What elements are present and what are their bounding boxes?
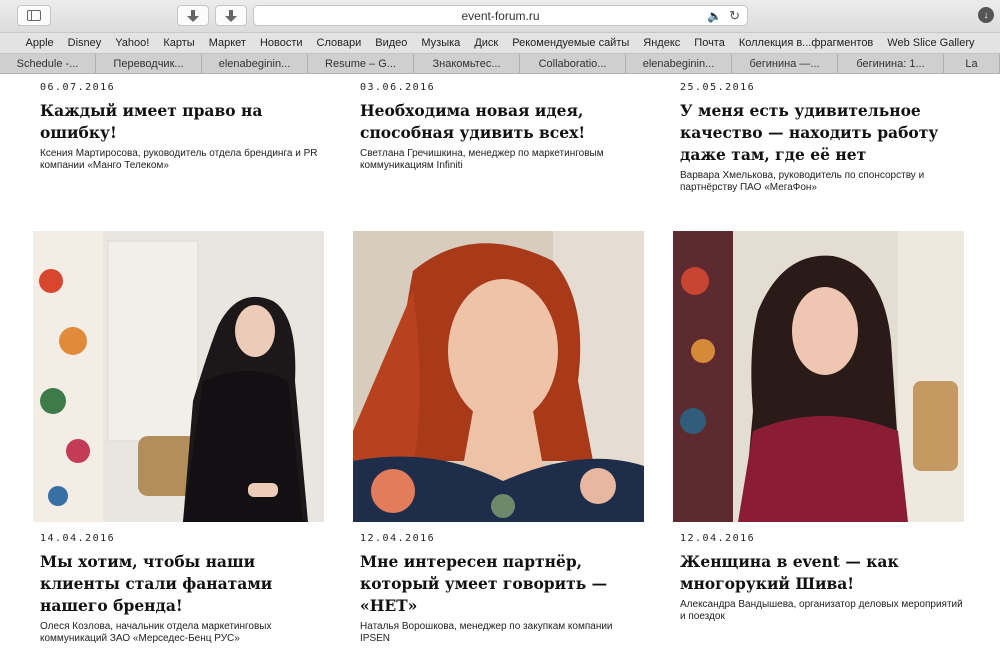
tab-beginina-1[interactable]: бегинина —...: [732, 54, 838, 74]
bookmark-web-slice[interactable]: Web Slice Gallery: [880, 37, 981, 49]
reload-icon[interactable]: ↻: [729, 8, 740, 24]
tab-bar: Schedule -... Переводчик... elenabeginin…: [0, 54, 1000, 74]
article-title[interactable]: Мне интересен партнёр, который умеет гов…: [360, 551, 645, 617]
article-photo[interactable]: [33, 231, 324, 522]
bookmark-dictionaries[interactable]: Словари: [310, 37, 369, 49]
address-text: event-forum.ru: [461, 8, 540, 23]
article-grid: 06.07.2016 Каждый имеет право на ошибку!…: [0, 74, 1000, 666]
article-card[interactable]: 14.04.2016 Мы хотим, чтобы наши клиенты …: [33, 533, 325, 645]
article-title[interactable]: У меня есть удивительное качество — нахо…: [680, 100, 965, 166]
article-date: 12.04.2016: [680, 533, 756, 544]
bookmark-music[interactable]: Музыка: [414, 37, 467, 49]
article-title[interactable]: Женщина в event — как многорукий Шива!: [680, 551, 965, 595]
article-date: 25.05.2016: [680, 82, 756, 93]
article-title[interactable]: Необходима новая идея, способная удивить…: [360, 100, 645, 144]
article-author: Светлана Гречишкина, менеджер по маркети…: [360, 148, 604, 171]
sidebar-toggle-button[interactable]: [17, 5, 51, 26]
tab-translator[interactable]: Переводчик...: [96, 54, 202, 74]
download-icon: [187, 9, 199, 22]
article-author: Наталья Ворошкова, менеджер по закупкам …: [360, 621, 613, 644]
bookmark-yandex[interactable]: Яндекс: [636, 37, 687, 49]
article-card[interactable]: 25.05.2016 У меня есть удивительное каче…: [673, 82, 965, 194]
download-button-2[interactable]: [215, 5, 247, 26]
article-date: 03.06.2016: [360, 82, 436, 93]
article-card[interactable]: 12.04.2016 Мне интересен партнёр, которы…: [353, 533, 645, 645]
article-author: Олеся Козлова, начальник отдела маркетин…: [40, 621, 272, 644]
article-date: 14.04.2016: [40, 533, 116, 544]
bookmark-mail[interactable]: Почта: [687, 37, 732, 49]
sidebar-icon: [27, 10, 41, 21]
article-author: Ксения Мартиросова, руководитель отдела …: [40, 148, 318, 171]
tab-schedule[interactable]: Schedule -...: [0, 54, 96, 74]
article-author: Варвара Хмелькова, руководитель по спонс…: [680, 170, 925, 193]
article-author: Александра Вандышева, организатор деловы…: [680, 599, 963, 622]
article-title[interactable]: Мы хотим, чтобы наши клиенты стали фанат…: [40, 551, 325, 617]
address-bar[interactable]: event-forum.ru 🔈 ↻: [253, 5, 748, 26]
article-title[interactable]: Каждый имеет право на ошибку!: [40, 100, 325, 144]
bookmark-disney[interactable]: Disney: [61, 37, 109, 49]
download-icon: [225, 9, 237, 22]
browser-toolbar: event-forum.ru 🔈 ↻ ↓: [0, 0, 1000, 33]
tab-resume[interactable]: Resume – G...: [308, 54, 414, 74]
article-photo[interactable]: [353, 231, 644, 522]
article-photo[interactable]: [673, 231, 964, 522]
tab-meet[interactable]: Знакомьтес...: [414, 54, 520, 74]
bookmark-news[interactable]: Новости: [253, 37, 310, 49]
article-date: 06.07.2016: [40, 82, 116, 93]
tab-la[interactable]: La: [944, 54, 1000, 74]
bookmark-video[interactable]: Видео: [368, 37, 414, 49]
tab-beginina-2[interactable]: бегинина: 1...: [838, 54, 944, 74]
downloads-icon[interactable]: ↓: [978, 7, 994, 23]
bookmark-market[interactable]: Маркет: [202, 37, 253, 49]
article-date: 12.04.2016: [360, 533, 436, 544]
tab-collaboration[interactable]: Collaboratio...: [520, 54, 626, 74]
tab-elenabeginin-1[interactable]: elenabeginin...: [202, 54, 308, 74]
bookmarks-bar: Apple Disney Yahoo! Карты Маркет Новости…: [0, 33, 1000, 54]
bookmark-collection[interactable]: Коллекция в...фрагментов: [732, 37, 880, 49]
article-card[interactable]: 06.07.2016 Каждый имеет право на ошибку!…: [33, 82, 325, 172]
bookmark-yahoo[interactable]: Yahoo!: [108, 37, 156, 49]
bookmark-maps[interactable]: Карты: [156, 37, 201, 49]
bookmark-recommended[interactable]: Рекомендуемые сайты: [505, 37, 636, 49]
article-card[interactable]: 12.04.2016 Женщина в event — как многору…: [673, 533, 965, 623]
article-card[interactable]: 03.06.2016 Необходима новая идея, способ…: [353, 82, 645, 172]
speaker-icon[interactable]: 🔈: [707, 9, 722, 23]
bookmark-disk[interactable]: Диск: [467, 37, 505, 49]
tab-elenabeginin-2[interactable]: elenabeginin...: [626, 54, 732, 74]
bookmark-apple[interactable]: Apple: [19, 37, 61, 49]
download-button-1[interactable]: [177, 5, 209, 26]
